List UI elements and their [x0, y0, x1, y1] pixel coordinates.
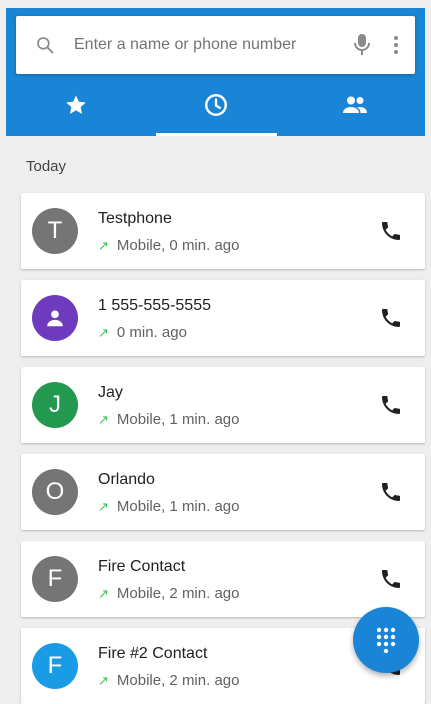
call-detail-text: Mobile, 1 min. ago	[116, 498, 240, 515]
search-bar[interactable]: Enter a name or phone number	[16, 16, 415, 74]
dialpad-icon	[376, 627, 396, 653]
call-detail: ↗ Mobile, 1 min. ago	[98, 411, 239, 428]
contact-avatar[interactable]: F	[32, 643, 78, 689]
call-detail: ↗ Mobile, 0 min. ago	[98, 237, 239, 254]
tab-speed-dial[interactable]	[6, 74, 146, 136]
search-input[interactable]: Enter a name or phone number	[74, 36, 347, 54]
more-options-icon[interactable]	[377, 16, 415, 74]
microphone-icon[interactable]	[347, 16, 377, 74]
contact-avatar[interactable]: J	[32, 382, 78, 428]
phone-icon	[382, 483, 400, 501]
call-detail-text: 0 min. ago	[116, 324, 187, 341]
outgoing-call-icon: ↗	[98, 585, 109, 601]
contact-avatar[interactable]	[32, 295, 78, 341]
contact-avatar[interactable]: O	[32, 469, 78, 515]
person-icon	[47, 310, 63, 327]
avatar-initial: F	[47, 565, 63, 592]
call-button[interactable]	[367, 381, 415, 429]
call-button[interactable]	[367, 207, 415, 255]
section-header-today: Today	[26, 158, 67, 175]
contact-name: 1 555-555-5555	[98, 297, 211, 314]
call-detail-text: Mobile, 2 min. ago	[116, 672, 240, 689]
outgoing-call-icon: ↗	[98, 498, 109, 514]
call-detail: ↗ Mobile, 1 min. ago	[98, 498, 239, 515]
star-icon	[66, 95, 86, 114]
call-log-item[interactable]: J Jay ↗ Mobile, 1 min. ago	[21, 367, 425, 443]
outgoing-call-icon: ↗	[98, 672, 109, 688]
phone-icon	[382, 396, 400, 414]
contact-name: Orlando	[98, 471, 155, 488]
avatar-initial: J	[49, 391, 61, 418]
clock-icon	[204, 94, 227, 116]
call-detail: ↗ Mobile, 2 min. ago	[98, 585, 239, 602]
phone-icon	[382, 570, 400, 588]
call-detail-text: Mobile, 1 min. ago	[116, 411, 240, 428]
call-log-item[interactable]: O Orlando ↗ Mobile, 1 min. ago	[21, 454, 425, 530]
avatar-initial: F	[47, 652, 63, 679]
contact-avatar[interactable]: F	[32, 556, 78, 602]
tab-recents[interactable]	[146, 74, 286, 136]
outgoing-call-icon: ↗	[98, 324, 109, 340]
contact-name: Testphone	[98, 210, 172, 227]
call-button[interactable]	[367, 468, 415, 516]
call-button[interactable]	[367, 555, 415, 603]
tab-bar	[6, 74, 425, 136]
contact-name: Fire #2 Contact	[98, 645, 208, 662]
tab-contacts[interactable]	[285, 74, 425, 136]
call-log-item[interactable]: T Testphone ↗ Mobile, 0 min. ago	[21, 193, 425, 269]
people-icon	[343, 96, 368, 113]
call-log-item[interactable]: 1 555-555-5555 ↗ 0 min. ago	[21, 280, 425, 356]
call-detail: ↗ Mobile, 2 min. ago	[98, 672, 239, 689]
contact-avatar[interactable]: T	[32, 208, 78, 254]
call-button[interactable]	[367, 294, 415, 342]
call-detail: ↗ 0 min. ago	[98, 324, 187, 341]
phone-icon	[382, 309, 400, 327]
search-icon[interactable]	[16, 16, 74, 74]
contact-name: Fire Contact	[98, 558, 186, 575]
contact-name: Jay	[98, 384, 123, 401]
outgoing-call-icon: ↗	[98, 237, 109, 253]
call-log-item[interactable]: F Fire Contact ↗ Mobile, 2 min. ago	[21, 541, 425, 617]
dialpad-button[interactable]	[353, 607, 419, 673]
call-detail-text: Mobile, 2 min. ago	[116, 585, 240, 602]
avatar-initial: T	[47, 217, 63, 244]
call-detail-text: Mobile, 0 min. ago	[116, 237, 240, 254]
app-bar: Enter a name or phone number	[6, 8, 425, 136]
avatar-initial: O	[45, 478, 65, 505]
phone-icon	[382, 222, 400, 240]
outgoing-call-icon: ↗	[98, 411, 109, 427]
